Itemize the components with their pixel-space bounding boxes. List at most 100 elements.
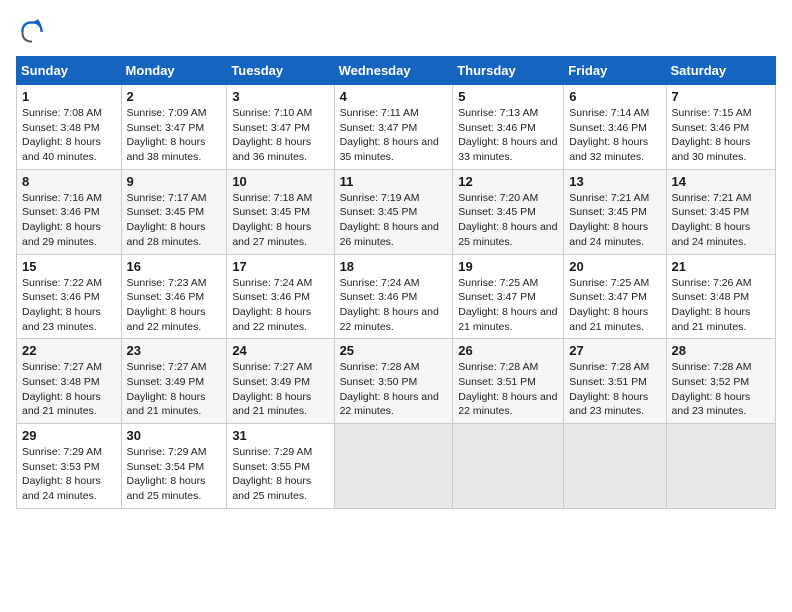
day-number: 14 bbox=[672, 174, 770, 189]
day-info: Sunrise: 7:28 AM Sunset: 3:51 PM Dayligh… bbox=[569, 360, 660, 419]
day-number: 25 bbox=[340, 343, 448, 358]
header-tuesday: Tuesday bbox=[227, 57, 334, 85]
calendar-cell: 20 Sunrise: 7:25 AM Sunset: 3:47 PM Dayl… bbox=[564, 254, 666, 339]
day-number: 27 bbox=[569, 343, 660, 358]
day-number: 10 bbox=[232, 174, 328, 189]
day-info: Sunrise: 7:29 AM Sunset: 3:54 PM Dayligh… bbox=[127, 445, 222, 504]
header-wednesday: Wednesday bbox=[334, 57, 453, 85]
calendar-cell: 2 Sunrise: 7:09 AM Sunset: 3:47 PM Dayli… bbox=[121, 85, 227, 170]
day-number: 19 bbox=[458, 259, 558, 274]
day-number: 21 bbox=[672, 259, 770, 274]
day-number: 2 bbox=[127, 89, 222, 104]
day-number: 16 bbox=[127, 259, 222, 274]
calendar-cell: 7 Sunrise: 7:15 AM Sunset: 3:46 PM Dayli… bbox=[666, 85, 775, 170]
day-info: Sunrise: 7:08 AM Sunset: 3:48 PM Dayligh… bbox=[22, 106, 116, 165]
day-number: 31 bbox=[232, 428, 328, 443]
calendar-cell: 3 Sunrise: 7:10 AM Sunset: 3:47 PM Dayli… bbox=[227, 85, 334, 170]
calendar-cell: 29 Sunrise: 7:29 AM Sunset: 3:53 PM Dayl… bbox=[17, 424, 122, 509]
calendar-cell: 17 Sunrise: 7:24 AM Sunset: 3:46 PM Dayl… bbox=[227, 254, 334, 339]
calendar-cell: 19 Sunrise: 7:25 AM Sunset: 3:47 PM Dayl… bbox=[453, 254, 564, 339]
day-number: 17 bbox=[232, 259, 328, 274]
day-number: 18 bbox=[340, 259, 448, 274]
day-number: 5 bbox=[458, 89, 558, 104]
day-info: Sunrise: 7:22 AM Sunset: 3:46 PM Dayligh… bbox=[22, 276, 116, 335]
header-thursday: Thursday bbox=[453, 57, 564, 85]
day-number: 12 bbox=[458, 174, 558, 189]
day-info: Sunrise: 7:28 AM Sunset: 3:50 PM Dayligh… bbox=[340, 360, 448, 419]
calendar-cell: 16 Sunrise: 7:23 AM Sunset: 3:46 PM Dayl… bbox=[121, 254, 227, 339]
day-info: Sunrise: 7:29 AM Sunset: 3:55 PM Dayligh… bbox=[232, 445, 328, 504]
day-info: Sunrise: 7:10 AM Sunset: 3:47 PM Dayligh… bbox=[232, 106, 328, 165]
logo bbox=[16, 16, 52, 48]
calendar-cell: 9 Sunrise: 7:17 AM Sunset: 3:45 PM Dayli… bbox=[121, 169, 227, 254]
page-header bbox=[16, 16, 776, 48]
calendar-cell: 12 Sunrise: 7:20 AM Sunset: 3:45 PM Dayl… bbox=[453, 169, 564, 254]
day-info: Sunrise: 7:09 AM Sunset: 3:47 PM Dayligh… bbox=[127, 106, 222, 165]
calendar-cell: 13 Sunrise: 7:21 AM Sunset: 3:45 PM Dayl… bbox=[564, 169, 666, 254]
calendar-cell: 1 Sunrise: 7:08 AM Sunset: 3:48 PM Dayli… bbox=[17, 85, 122, 170]
calendar-cell: 18 Sunrise: 7:24 AM Sunset: 3:46 PM Dayl… bbox=[334, 254, 453, 339]
day-info: Sunrise: 7:17 AM Sunset: 3:45 PM Dayligh… bbox=[127, 191, 222, 250]
calendar-cell: 31 Sunrise: 7:29 AM Sunset: 3:55 PM Dayl… bbox=[227, 424, 334, 509]
day-number: 23 bbox=[127, 343, 222, 358]
week-row-4: 22 Sunrise: 7:27 AM Sunset: 3:48 PM Dayl… bbox=[17, 339, 776, 424]
day-info: Sunrise: 7:11 AM Sunset: 3:47 PM Dayligh… bbox=[340, 106, 448, 165]
day-info: Sunrise: 7:18 AM Sunset: 3:45 PM Dayligh… bbox=[232, 191, 328, 250]
day-number: 22 bbox=[22, 343, 116, 358]
calendar-cell bbox=[334, 424, 453, 509]
calendar-cell: 6 Sunrise: 7:14 AM Sunset: 3:46 PM Dayli… bbox=[564, 85, 666, 170]
day-number: 1 bbox=[22, 89, 116, 104]
calendar-cell: 14 Sunrise: 7:21 AM Sunset: 3:45 PM Dayl… bbox=[666, 169, 775, 254]
day-info: Sunrise: 7:21 AM Sunset: 3:45 PM Dayligh… bbox=[672, 191, 770, 250]
day-number: 6 bbox=[569, 89, 660, 104]
day-info: Sunrise: 7:27 AM Sunset: 3:48 PM Dayligh… bbox=[22, 360, 116, 419]
day-info: Sunrise: 7:26 AM Sunset: 3:48 PM Dayligh… bbox=[672, 276, 770, 335]
day-info: Sunrise: 7:24 AM Sunset: 3:46 PM Dayligh… bbox=[232, 276, 328, 335]
day-number: 13 bbox=[569, 174, 660, 189]
header-friday: Friday bbox=[564, 57, 666, 85]
header-row: SundayMondayTuesdayWednesdayThursdayFrid… bbox=[17, 57, 776, 85]
week-row-1: 1 Sunrise: 7:08 AM Sunset: 3:48 PM Dayli… bbox=[17, 85, 776, 170]
calendar-cell: 26 Sunrise: 7:28 AM Sunset: 3:51 PM Dayl… bbox=[453, 339, 564, 424]
day-number: 30 bbox=[127, 428, 222, 443]
calendar-cell: 11 Sunrise: 7:19 AM Sunset: 3:45 PM Dayl… bbox=[334, 169, 453, 254]
calendar-cell: 30 Sunrise: 7:29 AM Sunset: 3:54 PM Dayl… bbox=[121, 424, 227, 509]
day-number: 7 bbox=[672, 89, 770, 104]
day-info: Sunrise: 7:20 AM Sunset: 3:45 PM Dayligh… bbox=[458, 191, 558, 250]
week-row-3: 15 Sunrise: 7:22 AM Sunset: 3:46 PM Dayl… bbox=[17, 254, 776, 339]
day-info: Sunrise: 7:27 AM Sunset: 3:49 PM Dayligh… bbox=[232, 360, 328, 419]
day-number: 4 bbox=[340, 89, 448, 104]
day-info: Sunrise: 7:21 AM Sunset: 3:45 PM Dayligh… bbox=[569, 191, 660, 250]
day-number: 26 bbox=[458, 343, 558, 358]
calendar-cell: 24 Sunrise: 7:27 AM Sunset: 3:49 PM Dayl… bbox=[227, 339, 334, 424]
logo-icon bbox=[16, 16, 48, 48]
calendar-cell: 22 Sunrise: 7:27 AM Sunset: 3:48 PM Dayl… bbox=[17, 339, 122, 424]
day-info: Sunrise: 7:15 AM Sunset: 3:46 PM Dayligh… bbox=[672, 106, 770, 165]
day-info: Sunrise: 7:23 AM Sunset: 3:46 PM Dayligh… bbox=[127, 276, 222, 335]
day-info: Sunrise: 7:28 AM Sunset: 3:52 PM Dayligh… bbox=[672, 360, 770, 419]
day-info: Sunrise: 7:13 AM Sunset: 3:46 PM Dayligh… bbox=[458, 106, 558, 165]
day-info: Sunrise: 7:28 AM Sunset: 3:51 PM Dayligh… bbox=[458, 360, 558, 419]
day-number: 24 bbox=[232, 343, 328, 358]
calendar-table: SundayMondayTuesdayWednesdayThursdayFrid… bbox=[16, 56, 776, 509]
day-info: Sunrise: 7:25 AM Sunset: 3:47 PM Dayligh… bbox=[458, 276, 558, 335]
day-number: 3 bbox=[232, 89, 328, 104]
calendar-cell: 15 Sunrise: 7:22 AM Sunset: 3:46 PM Dayl… bbox=[17, 254, 122, 339]
header-saturday: Saturday bbox=[666, 57, 775, 85]
calendar-cell: 28 Sunrise: 7:28 AM Sunset: 3:52 PM Dayl… bbox=[666, 339, 775, 424]
day-info: Sunrise: 7:14 AM Sunset: 3:46 PM Dayligh… bbox=[569, 106, 660, 165]
day-info: Sunrise: 7:29 AM Sunset: 3:53 PM Dayligh… bbox=[22, 445, 116, 504]
day-info: Sunrise: 7:24 AM Sunset: 3:46 PM Dayligh… bbox=[340, 276, 448, 335]
day-info: Sunrise: 7:16 AM Sunset: 3:46 PM Dayligh… bbox=[22, 191, 116, 250]
day-info: Sunrise: 7:19 AM Sunset: 3:45 PM Dayligh… bbox=[340, 191, 448, 250]
day-number: 9 bbox=[127, 174, 222, 189]
day-info: Sunrise: 7:27 AM Sunset: 3:49 PM Dayligh… bbox=[127, 360, 222, 419]
calendar-cell: 25 Sunrise: 7:28 AM Sunset: 3:50 PM Dayl… bbox=[334, 339, 453, 424]
calendar-cell: 8 Sunrise: 7:16 AM Sunset: 3:46 PM Dayli… bbox=[17, 169, 122, 254]
calendar-cell: 21 Sunrise: 7:26 AM Sunset: 3:48 PM Dayl… bbox=[666, 254, 775, 339]
day-number: 8 bbox=[22, 174, 116, 189]
day-info: Sunrise: 7:25 AM Sunset: 3:47 PM Dayligh… bbox=[569, 276, 660, 335]
day-number: 15 bbox=[22, 259, 116, 274]
day-number: 11 bbox=[340, 174, 448, 189]
calendar-cell: 4 Sunrise: 7:11 AM Sunset: 3:47 PM Dayli… bbox=[334, 85, 453, 170]
